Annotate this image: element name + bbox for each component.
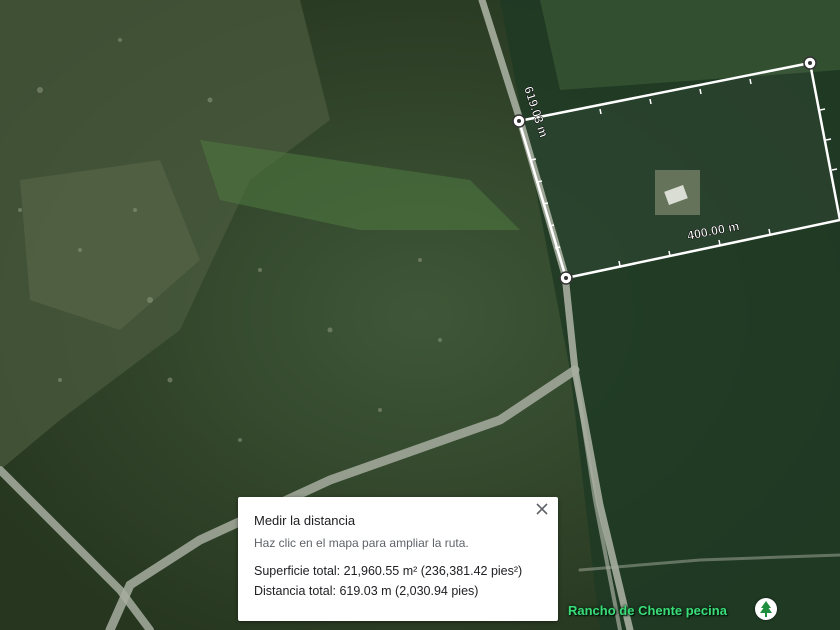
place-pin[interactable]: [755, 598, 777, 620]
total-distance-text: Distancia total: 619.03 m (2,030.94 pies…: [254, 584, 479, 598]
total-area-text: Superficie total: 21,960.55 m² (236,381.…: [254, 564, 523, 578]
card-hint: Haz clic en el mapa para ampliar la ruta…: [254, 536, 469, 550]
card-title: Medir la distancia: [254, 513, 356, 528]
tree-icon: [760, 601, 772, 617]
measure-distance-card: Medir la distancia Haz clic en el mapa p…: [238, 497, 558, 621]
close-button[interactable]: [532, 499, 552, 519]
close-icon: [536, 503, 548, 515]
place-label[interactable]: Rancho de Chente pecina: [568, 603, 727, 618]
